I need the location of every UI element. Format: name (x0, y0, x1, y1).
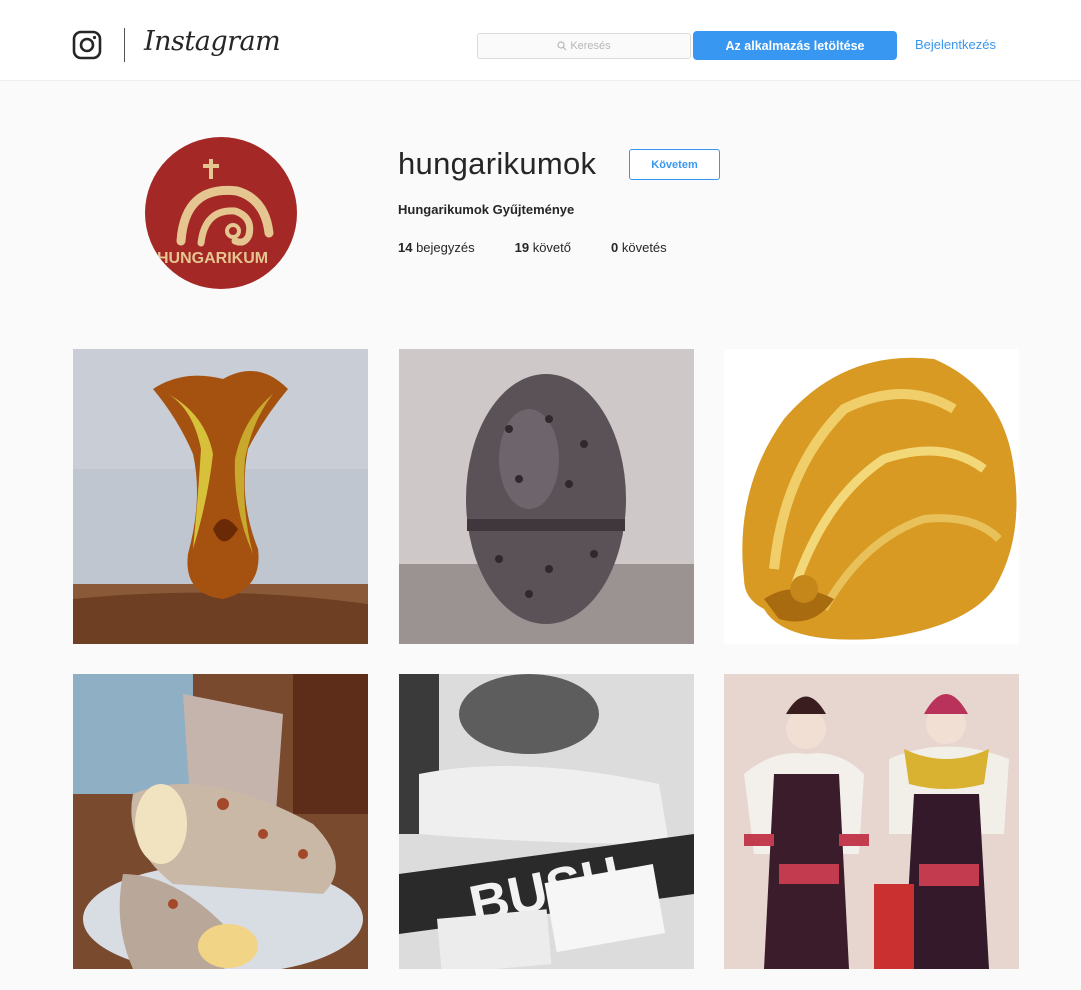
follow-button[interactable]: Követem (629, 149, 720, 180)
post-thumbnail-chimney-cakes[interactable] (73, 674, 368, 969)
download-app-button[interactable]: Az alkalmazás letöltése (693, 31, 897, 60)
stat-posts: 14 bejegyzés (398, 240, 475, 255)
instagram-wordmark[interactable]: Instagram (144, 26, 281, 57)
avatar[interactable]: HUNGARIKUM (145, 137, 297, 289)
stat-posts-label: bejegyzés (416, 240, 475, 255)
stat-followers[interactable]: 19 követő (515, 240, 571, 255)
post-thumbnail-folk-dolls[interactable] (724, 674, 1019, 969)
instagram-camera-icon[interactable] (72, 30, 102, 60)
stat-followers-label: követő (532, 240, 572, 255)
post-thumbnail-egg[interactable] (399, 349, 694, 644)
search-placeholder: Keresés (570, 40, 611, 52)
login-link[interactable]: Bejelentkezés (915, 37, 996, 52)
search-input[interactable]: Keresés (477, 33, 691, 59)
profile-username: hungarikumok (398, 146, 597, 181)
avatar-logo-text: HUNGARIKUM (157, 250, 269, 267)
post-thumbnail-shell[interactable] (724, 349, 1019, 644)
post-thumbnail-black-white-photo[interactable]: BUSH (399, 674, 694, 969)
stat-following[interactable]: 0 követés (611, 240, 667, 255)
post-grid: BUSH (73, 349, 1019, 969)
stat-followers-count: 19 (514, 240, 533, 255)
search-icon (557, 41, 567, 51)
profile-full-name: Hungarikumok Gyűjteménye (398, 202, 575, 217)
stat-following-label: követés (621, 240, 667, 255)
profile-stats: 14 bejegyzés 19 követő 0 követés (398, 240, 707, 255)
nav-divider (124, 28, 125, 62)
top-navigation: Instagram Keresés Az alkalmazás letöltés… (0, 0, 1081, 81)
stat-following-count: 0 (611, 240, 622, 255)
stat-posts-count: 14 (398, 240, 417, 255)
post-thumbnail-vase[interactable] (73, 349, 368, 644)
